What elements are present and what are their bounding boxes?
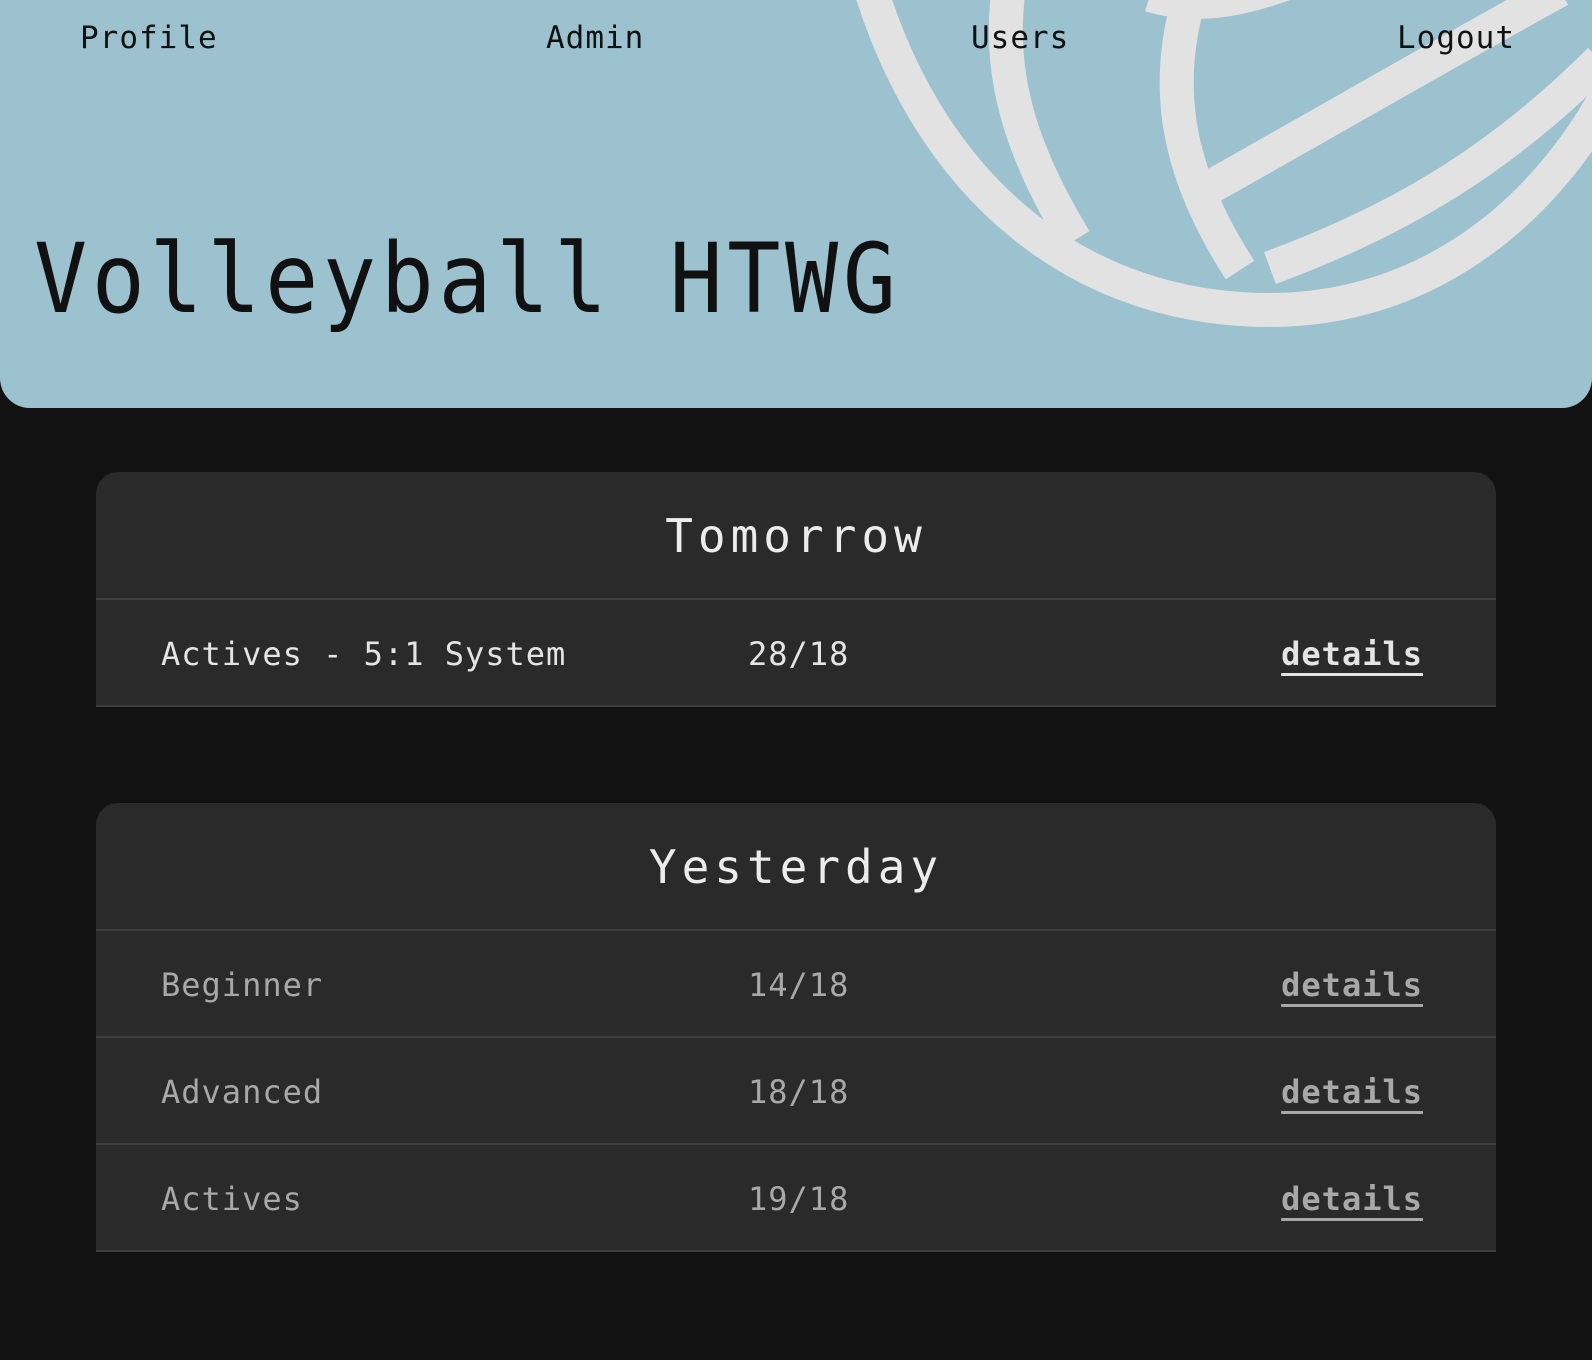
details-link[interactable]: details [1281, 600, 1423, 708]
session-name: Advanced [161, 1073, 324, 1111]
session-row: Advanced 18/18 details [96, 1038, 1496, 1145]
details-link[interactable]: details [1281, 931, 1423, 1039]
session-name: Beginner [161, 966, 324, 1004]
session-name: Actives - 5:1 System [161, 635, 567, 673]
nav-logout-link[interactable]: Logout [1397, 20, 1515, 56]
nav-users-link[interactable]: Users [971, 20, 1069, 56]
session-count: 14/18 [748, 966, 850, 1004]
card-title: Tomorrow [96, 472, 1496, 600]
header-banner: Profile Admin Users Logout Volleyball HT… [0, 0, 1592, 408]
session-card-tomorrow: Tomorrow Actives - 5:1 System 28/18 deta… [96, 472, 1496, 707]
nav-profile-link[interactable]: Profile [80, 20, 218, 56]
page-title: Volleyball HTWG [34, 223, 901, 335]
details-link[interactable]: details [1281, 1145, 1423, 1253]
session-count: 18/18 [748, 1073, 850, 1111]
session-card-yesterday: Yesterday Beginner 14/18 details Advance… [96, 803, 1496, 1252]
session-row: Actives 19/18 details [96, 1145, 1496, 1252]
card-title: Yesterday [96, 803, 1496, 931]
nav-admin-link[interactable]: Admin [546, 20, 644, 56]
session-row: Actives - 5:1 System 28/18 details [96, 600, 1496, 707]
volleyball-icon [856, 0, 1592, 328]
session-name: Actives [161, 1180, 303, 1218]
session-count: 28/18 [748, 635, 850, 673]
session-row: Beginner 14/18 details [96, 931, 1496, 1038]
session-count: 19/18 [748, 1180, 850, 1218]
details-link[interactable]: details [1281, 1038, 1423, 1146]
